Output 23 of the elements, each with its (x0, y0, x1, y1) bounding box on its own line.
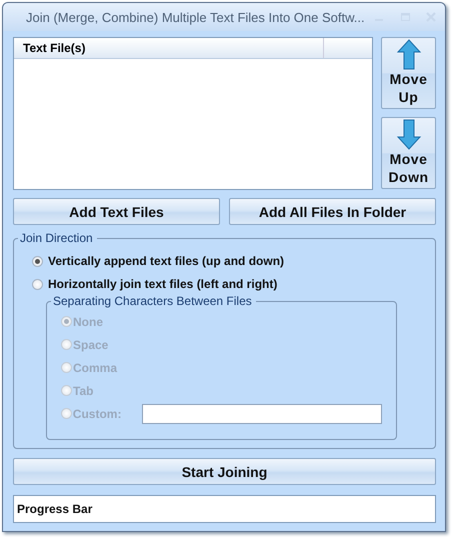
radio-button[interactable] (32, 278, 43, 290)
start-button[interactable]: Start Joining (13, 458, 436, 485)
group-title: Join Direction (18, 231, 97, 245)
radio-label: None (73, 314, 103, 329)
add-button[interactable]: Add Text Files (13, 198, 220, 225)
down-arrow-icon (396, 119, 422, 150)
window-title: Join (Merge, Combine) Multiple Text Files Into One Softw... (26, 10, 366, 24)
radio-label: Comma (73, 360, 118, 375)
radio-label: Custom: (72, 406, 122, 421)
radio-button[interactable] (32, 256, 43, 267)
radio-label: Tab (73, 384, 94, 398)
radio-label: Vertically append text files (up and down) (48, 254, 284, 268)
group-title: Separating Characters Between Files (51, 294, 256, 308)
move-button[interactable]: Move Up (381, 37, 436, 109)
move-button[interactable]: Move Down (381, 117, 436, 189)
maximize-icon[interactable] (399, 11, 411, 23)
column-header[interactable]: Text File(s) (14, 38, 324, 58)
up-arrow-icon (396, 39, 422, 70)
add-button[interactable]: Add All Files In Folder (229, 198, 436, 225)
radio-label: Space (73, 338, 108, 352)
close-icon[interactable] (425, 11, 437, 23)
radio-label: Horizontally join text files (left and right) (48, 277, 278, 292)
file-list[interactable]: Text File(s) (13, 37, 373, 190)
